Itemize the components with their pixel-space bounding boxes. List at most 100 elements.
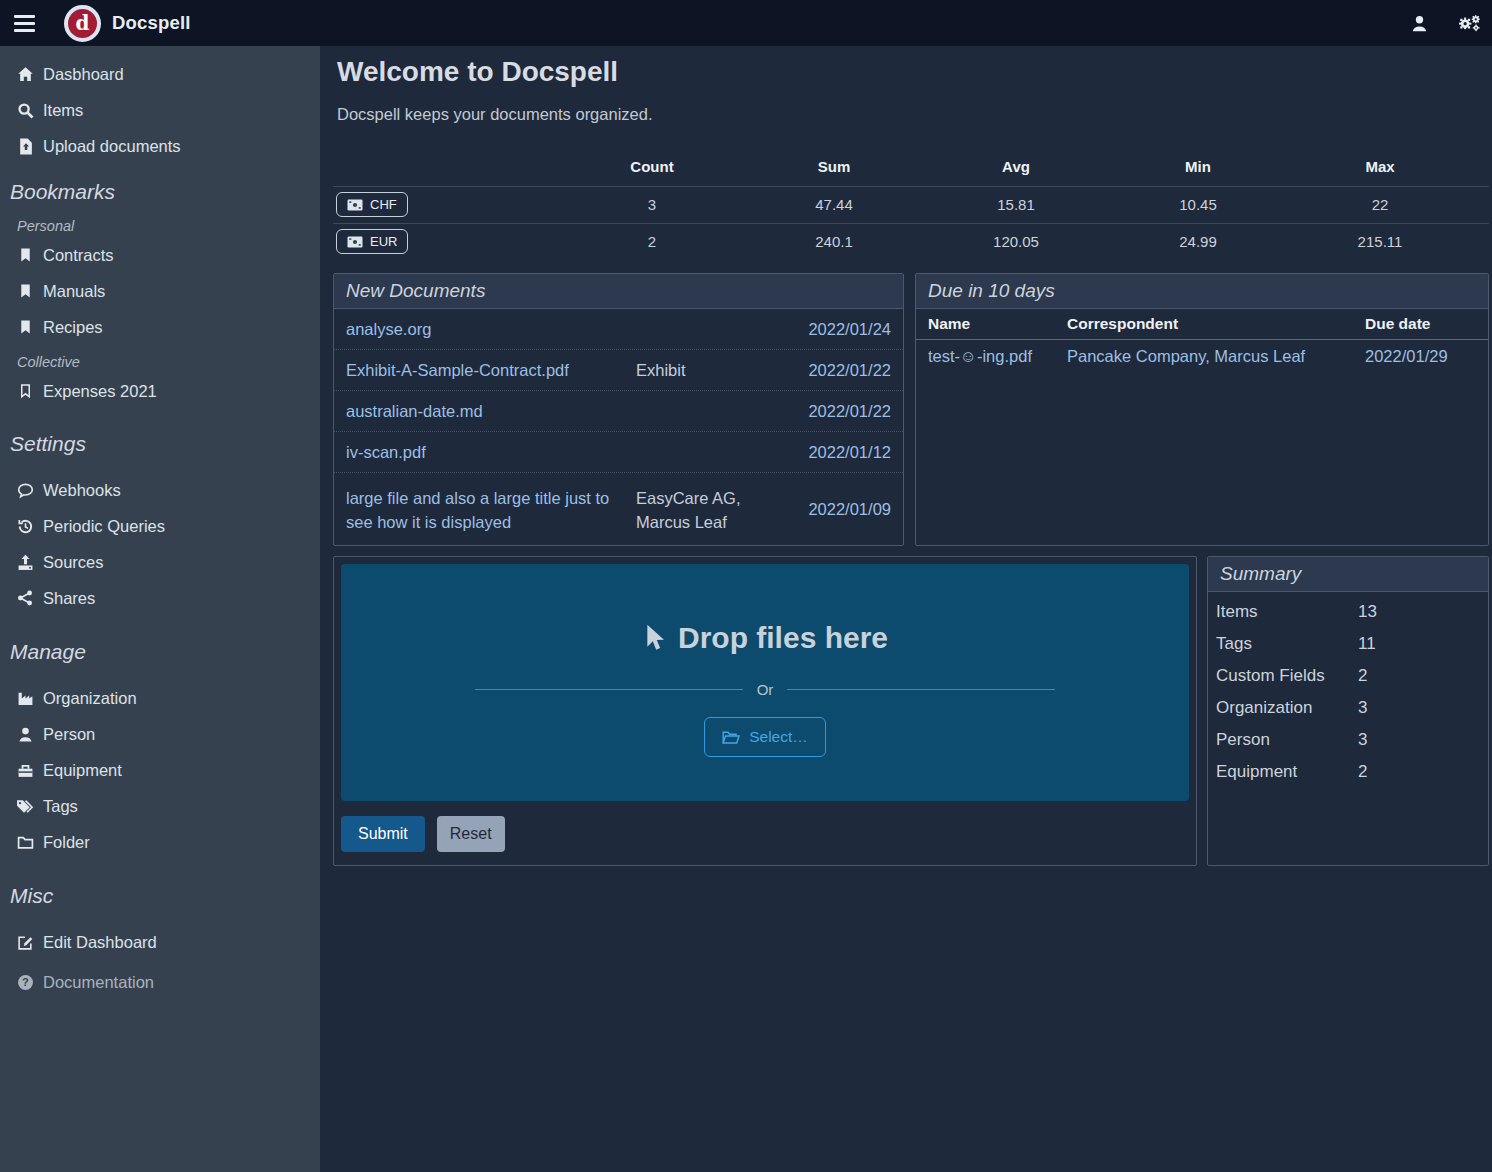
topbar: d Docspell xyxy=(0,0,1492,46)
document-row: australian-date.md 2022/01/22 xyxy=(334,391,903,432)
document-link[interactable]: large file and also a large title just t… xyxy=(346,486,636,534)
document-date[interactable]: 2022/01/22 xyxy=(791,361,891,380)
sidebar-item-recipes[interactable]: Recipes xyxy=(0,309,320,345)
stat-value: 3 xyxy=(561,186,743,223)
sidebar: Dasbhoard Items Upload documents Bookmar… xyxy=(0,46,320,1172)
stats-col-min: Min xyxy=(1107,148,1289,186)
sidebar-item-contracts[interactable]: Contracts xyxy=(0,237,320,273)
sidebar-item-dashboard[interactable]: Dasbhoard xyxy=(0,56,320,92)
sidebar-item-edit-dashboard[interactable]: Edit Dashboard xyxy=(0,924,320,960)
document-correspondent: EasyCare AG, Marcus Leaf xyxy=(636,486,791,534)
or-divider: Or xyxy=(341,682,1189,697)
stats-col-sum: Sum xyxy=(743,148,925,186)
bookmark-icon xyxy=(15,319,35,335)
sidebar-item-label: Organization xyxy=(43,689,137,708)
drop-files-label: Drop files here xyxy=(642,618,888,658)
summary-row: Tags11 xyxy=(1208,628,1488,660)
sidebar-item-label: Manuals xyxy=(43,282,105,301)
sidebar-item-organization[interactable]: Organization xyxy=(0,680,320,716)
main-content: Welcome to Docspell Docspell keeps your … xyxy=(320,46,1492,1172)
due-document-link[interactable]: test-☺-ing.pdf xyxy=(928,347,1032,365)
section-heading-manage: Manage xyxy=(0,638,320,666)
page-title: Welcome to Docspell xyxy=(333,52,1489,92)
dropzone[interactable]: Drop files here Or Select… xyxy=(341,564,1189,801)
currency-badge: CHF xyxy=(336,192,408,217)
question-circle-icon: ? xyxy=(15,974,35,991)
sidebar-item-label: Upload documents xyxy=(43,137,181,156)
sidebar-item-documentation[interactable]: ? Documentation xyxy=(0,964,320,1000)
svg-text:?: ? xyxy=(22,976,29,988)
bookmark-icon xyxy=(15,283,35,299)
select-files-button[interactable]: Select… xyxy=(704,717,826,757)
stat-value: 24.99 xyxy=(1107,223,1289,260)
sidebar-item-label: Recipes xyxy=(43,318,103,337)
search-icon xyxy=(15,102,35,119)
sidebar-item-equipment[interactable]: Equipment xyxy=(0,752,320,788)
section-heading-misc: Misc xyxy=(0,882,320,910)
app-title[interactable]: Docspell xyxy=(112,12,191,34)
money-bill-icon xyxy=(347,236,363,248)
sidebar-item-label: Webhooks xyxy=(43,481,121,500)
summary-row: Organization3 xyxy=(1208,692,1488,724)
stat-value: 215.11 xyxy=(1289,223,1471,260)
sidebar-item-label: Shares xyxy=(43,589,95,608)
sidebar-item-periodic-queries[interactable]: Periodic Queries xyxy=(0,508,320,544)
app-logo[interactable]: d xyxy=(64,5,101,42)
document-date[interactable]: 2022/01/24 xyxy=(791,320,891,339)
submit-button[interactable]: Submit xyxy=(341,816,425,852)
sidebar-item-webhooks[interactable]: Webhooks xyxy=(0,472,320,508)
industry-icon xyxy=(15,690,35,707)
sidebar-item-shares[interactable]: Shares xyxy=(0,580,320,616)
stat-value: 15.81 xyxy=(925,186,1107,223)
sidebar-item-sources[interactable]: Sources xyxy=(0,544,320,580)
sidebar-item-upload-documents[interactable]: Upload documents xyxy=(0,128,320,164)
sidebar-item-label: Items xyxy=(43,101,83,120)
menu-icon[interactable] xyxy=(14,15,35,32)
document-date[interactable]: 2022/01/09 xyxy=(791,500,891,519)
sidebar-item-items[interactable]: Items xyxy=(0,92,320,128)
stat-value: 240.1 xyxy=(743,223,925,260)
document-row: analyse.org 2022/01/24 xyxy=(334,309,903,350)
sidebar-item-folder[interactable]: Folder xyxy=(0,824,320,860)
stats-table: Count Sum Avg Min Max CHF 3 47.44 15.81 … xyxy=(333,148,1489,260)
document-date[interactable]: 2022/01/22 xyxy=(791,402,891,421)
due-date-link[interactable]: 2022/01/29 xyxy=(1365,347,1448,365)
folder-icon xyxy=(15,834,35,851)
cogs-icon[interactable] xyxy=(1457,13,1482,33)
summary-row: Equipment2 xyxy=(1208,756,1488,788)
user-icon[interactable] xyxy=(1410,14,1429,33)
money-bill-icon xyxy=(347,199,363,211)
due-row: test-☺-ing.pdf Pancake Company, Marcus L… xyxy=(916,340,1488,373)
summary-row: Custom Fields2 xyxy=(1208,660,1488,692)
panel-title-due: Due in 10 days xyxy=(916,274,1488,309)
sidebar-item-manuals[interactable]: Manuals xyxy=(0,273,320,309)
mouse-pointer-icon xyxy=(642,623,666,653)
bookmark-outline-icon xyxy=(15,383,35,399)
sidebar-item-label: Periodic Queries xyxy=(43,517,165,536)
upload-panel: Drop files here Or Select… Submit Reset xyxy=(333,556,1197,866)
document-link[interactable]: analyse.org xyxy=(346,317,636,341)
sidebar-item-person[interactable]: Person xyxy=(0,716,320,752)
document-link[interactable]: iv-scan.pdf xyxy=(346,440,636,464)
comment-icon xyxy=(15,482,35,499)
new-documents-panel: New Documents analyse.org 2022/01/24 Exh… xyxy=(333,273,904,546)
sidebar-item-expenses-2021[interactable]: Expenses 2021 xyxy=(0,373,320,409)
document-link[interactable]: Exhibit-A-Sample-Contract.pdf xyxy=(346,358,636,382)
document-link[interactable]: australian-date.md xyxy=(346,399,636,423)
page-subtitle: Docspell keeps your documents organized. xyxy=(333,104,1489,124)
stat-value: 10.45 xyxy=(1107,186,1289,223)
due-correspondent-link[interactable]: Pancake Company, Marcus Leaf xyxy=(1067,347,1305,365)
sidebar-item-label: Tags xyxy=(43,797,78,816)
due-col-date: Due date xyxy=(1365,315,1476,333)
subsection-heading-collective: Collective xyxy=(0,351,320,373)
sidebar-item-tags[interactable]: Tags xyxy=(0,788,320,824)
bookmark-icon xyxy=(15,247,35,263)
document-row: Exhibit-A-Sample-Contract.pdf Exhibit 20… xyxy=(334,350,903,391)
currency-badge: EUR xyxy=(336,229,408,254)
stats-header-row: Count Sum Avg Min Max xyxy=(333,148,1489,186)
sidebar-item-label: Documentation xyxy=(43,973,154,992)
sidebar-item-label: Sources xyxy=(43,553,104,572)
reset-button[interactable]: Reset xyxy=(437,816,505,852)
due-col-correspondent: Correspondent xyxy=(1067,315,1365,333)
document-date[interactable]: 2022/01/12 xyxy=(791,443,891,462)
